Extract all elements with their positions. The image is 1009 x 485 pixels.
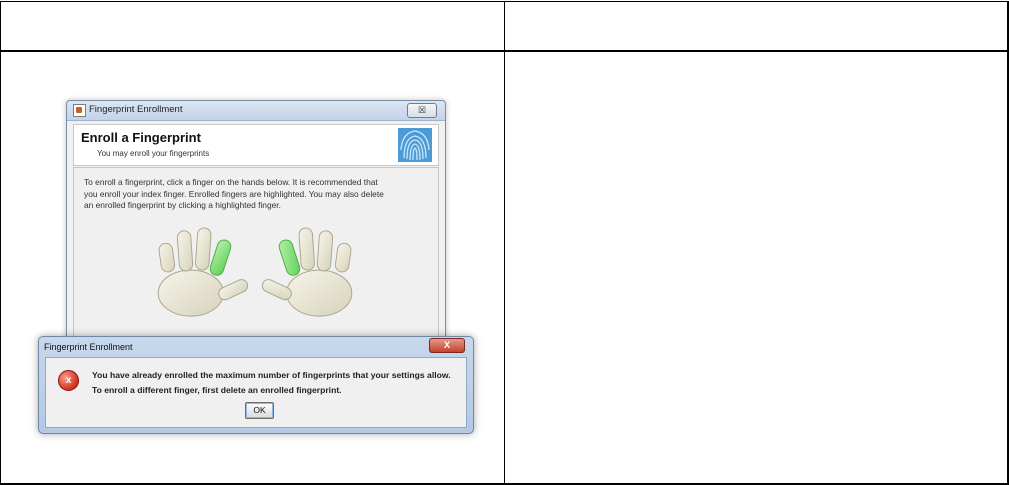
right-palm [286,269,353,317]
left-hand [157,227,250,317]
left-thumb[interactable] [217,278,250,302]
window-header-panel: Enroll a Fingerprint You may enroll your… [73,124,439,166]
instructions-line: you enroll your index finger. Enrolled f… [84,188,384,199]
left-pinky-finger[interactable] [158,242,176,273]
dialog-title: Fingerprint Enrollment [44,342,133,352]
instructions-line: To enroll a fingerprint, click a finger … [84,177,378,187]
java-app-icon [73,104,86,117]
dialog-body: x You have already enrolled the maximum … [45,357,467,428]
dialog-message: You have already enrolled the maximum nu… [92,368,451,398]
ok-button[interactable]: OK [245,402,274,419]
left-middle-finger[interactable] [195,227,212,271]
instructions-line: an enrolled fingerprint by clicking a hi… [84,200,281,210]
right-thumb[interactable] [260,278,293,302]
window-titlebar[interactable]: Fingerprint Enrollment ☒ [67,101,445,121]
page-heading: Enroll a Fingerprint [81,130,201,145]
right-ring-finger[interactable] [316,230,334,272]
hands-diagram [157,227,353,317]
page-subheading: You may enroll your fingerprints [97,149,210,158]
right-hand [260,227,353,317]
right-middle-finger[interactable] [298,227,315,271]
dialog-close-button[interactable]: X [429,338,465,353]
left-palm [157,269,224,317]
table-column-divider [504,1,505,485]
instructions-text: To enroll a fingerprint, click a finger … [84,177,434,212]
right-pinky-finger[interactable] [334,242,352,273]
left-index-finger[interactable] [208,238,232,277]
left-ring-finger[interactable] [176,230,194,272]
window-title: Fingerprint Enrollment [89,104,183,115]
dialog-message-line: You have already enrolled the maximum nu… [92,370,451,380]
fingerprint-icon [398,128,432,162]
error-dialog: Fingerprint Enrollment X x You have alre… [38,336,474,434]
dialog-message-line: To enroll a different finger, first dele… [92,385,342,395]
table-left-border [0,1,1,485]
right-index-finger[interactable] [277,238,301,277]
window-close-button[interactable]: ☒ [407,103,437,118]
error-icon: x [58,370,79,391]
